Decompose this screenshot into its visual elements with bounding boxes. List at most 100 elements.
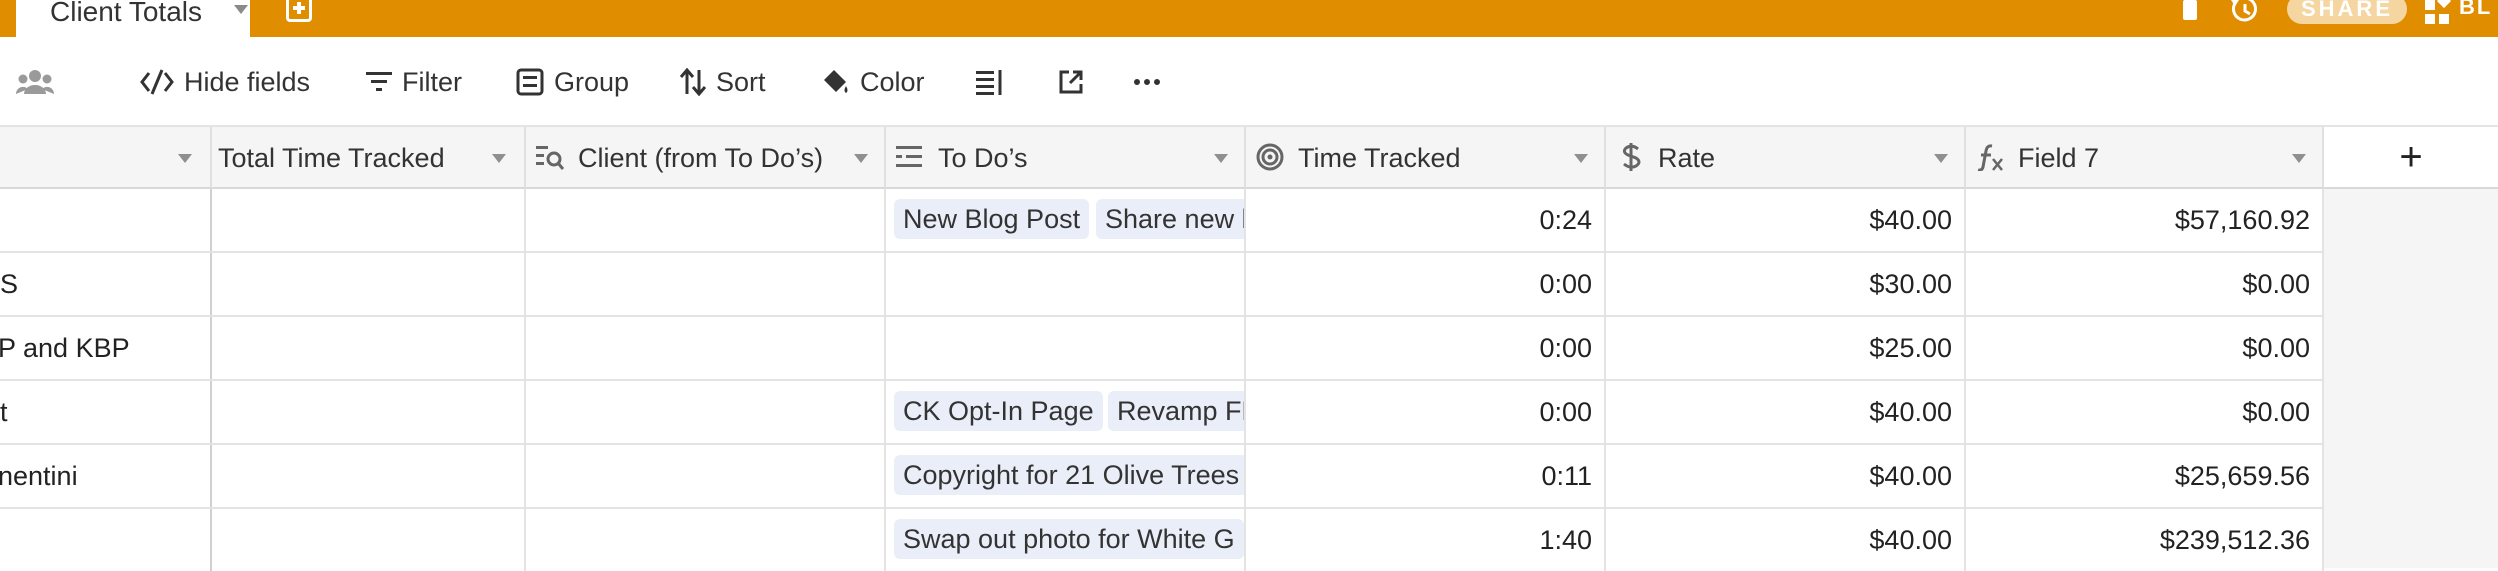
table-row[interactable]: P and KBP 0:00 $25.00 $0.00 [0,317,2324,381]
total-time-tracked-cell[interactable] [212,381,526,443]
color-button[interactable]: Color [820,65,925,99]
group-button[interactable]: Group [516,65,629,99]
time-tracked-cell[interactable]: 0:00 [1246,317,1606,379]
table-row[interactable]: t CK Opt-In Page Revamp FB 0:00 $40.00 $… [0,381,2324,445]
chevron-down-icon[interactable] [178,154,192,163]
rate-cell[interactable]: $40.00 [1606,445,1966,507]
people-icon [16,70,54,94]
plus-icon: + [2399,135,2423,179]
paint-bucket-icon [824,70,848,93]
client-cell[interactable] [526,381,886,443]
primary-cell[interactable]: nentini [0,445,212,507]
rate-cell[interactable]: $40.00 [1606,509,1966,571]
chevron-down-icon[interactable] [2292,154,2306,163]
formula-icon [1977,144,2003,171]
collaborators-button[interactable] [16,65,54,99]
sort-icon [680,68,706,96]
todos-cell[interactable]: New Blog Post Share new b [886,189,1246,251]
primary-cell[interactable] [0,509,212,571]
todo-chip[interactable]: Revamp FB [1108,391,1244,431]
todo-chip[interactable]: CK Opt-In Page [894,391,1103,431]
todos-cell[interactable]: Swap out photo for White G [886,509,1246,571]
client-cell[interactable] [526,317,886,379]
rate-cell[interactable]: $40.00 [1606,189,1966,251]
history-icon[interactable] [2230,0,2260,24]
table-row[interactable]: Swap out photo for White G 1:40 $40.00 $… [0,509,2324,571]
table-row[interactable]: nentini Copyright for 21 Olive Trees 0:1… [0,445,2324,509]
field-7-cell[interactable]: $239,512.36 [1966,509,2324,571]
ellipsis-icon [1134,79,1160,85]
primary-cell[interactable] [0,189,212,251]
rate-cell[interactable]: $30.00 [1606,253,1966,315]
primary-cell[interactable]: P and KBP [0,317,212,379]
column-header-rate[interactable]: Rate [1606,127,1966,189]
column-header-client-from-todos[interactable]: Client (from To Do’s) [526,127,886,189]
grid-view: Total Time Tracked Client (from To Do’s)… [0,127,2498,571]
column-header-todos[interactable]: To Do’s [886,127,1246,189]
field-7-cell[interactable]: $0.00 [1966,381,2324,443]
rate-cell[interactable]: $40.00 [1606,381,1966,443]
field-7-cell[interactable]: $57,160.92 [1966,189,2324,251]
chevron-down-icon[interactable] [492,154,506,163]
chevron-down-icon[interactable] [1214,154,1228,163]
field-7-cell[interactable]: $0.00 [1966,317,2324,379]
column-header-label: Total Time Tracked [218,143,445,173]
blocks-button[interactable]: BL [2425,0,2498,24]
share-view-button[interactable] [1058,65,1084,99]
client-cell[interactable] [526,445,886,507]
share-button[interactable]: SHARE [2287,0,2407,24]
total-time-tracked-cell[interactable] [212,317,526,379]
total-time-tracked-cell[interactable] [212,509,526,571]
column-header-label: Rate [1658,143,1716,173]
table-tab-title: Client Totals [50,0,203,27]
total-time-tracked-cell[interactable] [212,189,526,251]
todos-cell[interactable]: CK Opt-In Page Revamp FB [886,381,1246,443]
column-header-label: To Do’s [938,143,1028,173]
table-row[interactable]: S 0:00 $30.00 $0.00 [0,253,2324,317]
client-cell[interactable] [526,189,886,251]
client-cell[interactable] [526,509,886,571]
time-tracked-cell[interactable]: 0:00 [1246,381,1606,443]
primary-cell[interactable]: S [0,253,212,315]
todos-cell[interactable] [886,253,1246,315]
time-tracked-cell[interactable]: 1:40 [1246,509,1606,571]
column-header-field-7[interactable]: Field 7 [1966,127,2324,189]
total-time-tracked-cell[interactable] [212,445,526,507]
column-header-total-time-tracked[interactable]: Total Time Tracked [212,127,526,189]
sort-button[interactable]: Sort [680,65,766,99]
time-tracked-cell[interactable]: 0:11 [1246,445,1606,507]
total-time-tracked-cell[interactable] [212,253,526,315]
field-7-cell[interactable]: $0.00 [1966,253,2324,315]
time-tracked-cell[interactable]: 0:24 [1246,189,1606,251]
add-table-icon[interactable] [286,0,312,22]
rate-cell[interactable]: $25.00 [1606,317,1966,379]
column-header-label: Field 7 [2018,143,2100,173]
table-tab-client-totals[interactable]: Client Totals [16,0,250,37]
chevron-down-icon[interactable] [234,5,248,14]
field-7-cell[interactable]: $25,659.56 [1966,445,2324,507]
todo-chip[interactable]: Share new b [1096,199,1244,239]
chevron-down-icon[interactable] [1934,154,1948,163]
column-header-primary[interactable] [0,127,212,189]
primary-cell[interactable]: t [0,381,212,443]
column-header-time-tracked[interactable]: Time Tracked [1246,127,1606,189]
add-field-button[interactable]: + [2324,127,2498,189]
todo-chip[interactable]: New Blog Post [894,199,1090,239]
chevron-down-icon[interactable] [854,154,868,163]
blocks-icon [2425,0,2452,24]
column-header-label: Client (from To Do’s) [578,143,824,173]
table-row[interactable]: New Blog Post Share new b 0:24 $40.00 $5… [0,189,2324,253]
chevron-down-icon[interactable] [1574,154,1588,163]
todo-chip[interactable]: Swap out photo for White G [894,519,1244,559]
todos-cell[interactable] [886,317,1246,379]
row-height-button[interactable] [976,65,1004,99]
trash-icon[interactable] [2180,0,2200,22]
filter-button[interactable]: Filter [366,65,462,99]
todos-cell[interactable]: Copyright for 21 Olive Trees [886,445,1246,507]
more-options-button[interactable] [1134,65,1160,99]
hide-fields-label: Hide fields [184,66,311,97]
todo-chip[interactable]: Copyright for 21 Olive Trees [894,455,1244,495]
time-tracked-cell[interactable]: 0:00 [1246,253,1606,315]
client-cell[interactable] [526,253,886,315]
hide-fields-button[interactable]: Hide fields [140,65,310,99]
